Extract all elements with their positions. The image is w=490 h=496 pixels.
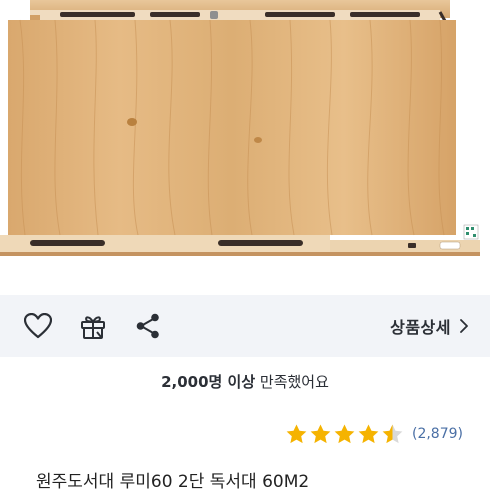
like-button[interactable]: [21, 309, 55, 343]
star-icon: [382, 423, 403, 443]
star-icon: [334, 423, 355, 443]
product-image[interactable]: [0, 0, 490, 295]
satisfied-text: 만족했어요: [255, 373, 329, 391]
product-title: 원주도서대 루미60 2단 독서대 60M2: [36, 472, 310, 492]
share-button[interactable]: [131, 309, 165, 343]
satisfied-count: 2,000명 이상: [161, 373, 256, 391]
star-icon: [310, 423, 331, 443]
gift-box-icon: [81, 316, 105, 339]
review-count[interactable]: (2,879): [412, 422, 463, 446]
star-icon: [286, 423, 307, 443]
chevron-right-icon: [460, 319, 468, 333]
rating-row[interactable]: (2,879): [285, 422, 463, 446]
heart-outline-icon: [24, 313, 52, 339]
star-icon: [358, 423, 379, 443]
star-rating: [285, 423, 404, 446]
product-detail-label: 상품상세: [390, 318, 451, 337]
action-bar: 상품상세: [0, 295, 490, 357]
product-detail-button[interactable]: 상품상세: [390, 314, 468, 338]
gift-button[interactable]: [76, 309, 110, 343]
share-icon: [136, 313, 159, 339]
satisfaction-summary: 2,000명 이상 만족했어요: [0, 370, 490, 394]
